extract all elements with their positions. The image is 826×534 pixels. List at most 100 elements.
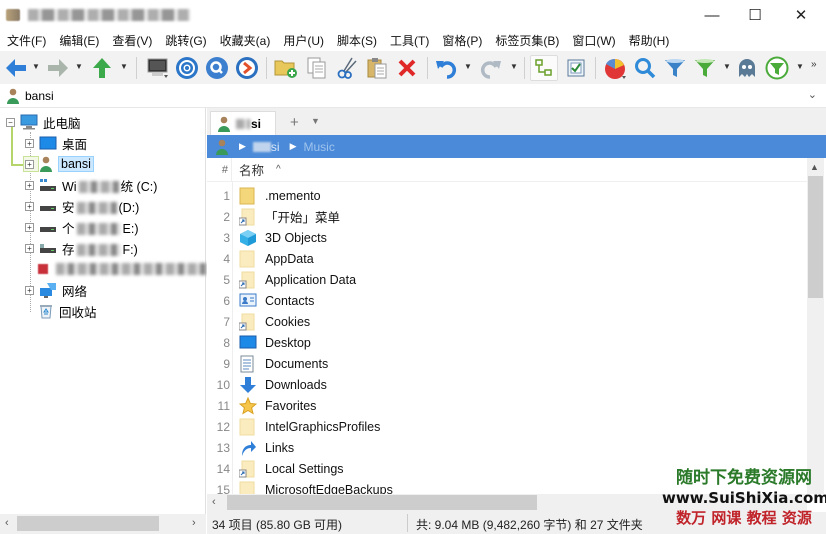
breadcrumb[interactable]: ▶ si ▶ Music	[207, 135, 826, 158]
address-input[interactable]: bansi	[25, 89, 54, 103]
find-button[interactable]	[204, 55, 230, 81]
list-item[interactable]: 13 Links	[207, 437, 807, 458]
tree-item-desktop[interactable]: + 桌面	[25, 133, 87, 153]
tree-item-drive-c[interactable]: + Wi 统 (C:)	[25, 175, 157, 195]
list-item[interactable]: 9 Documents	[207, 353, 807, 374]
list-item[interactable]: 1 .memento	[207, 185, 807, 206]
list-item[interactable]: 2 「开始」菜单	[207, 206, 807, 227]
list-item[interactable]: 7 Cookies	[207, 311, 807, 332]
filter-button[interactable]	[662, 55, 688, 81]
delete-button[interactable]	[394, 55, 420, 81]
checkbox-toggle-button[interactable]	[563, 55, 589, 81]
list-item[interactable]: 6 Contacts	[207, 290, 807, 311]
expand-icon[interactable]: +	[25, 138, 34, 148]
tree-item-recycle-bin[interactable]: 回收站	[38, 301, 97, 321]
redo-dropdown-icon[interactable]: ▼	[510, 62, 518, 71]
expand-icon[interactable]: +	[25, 201, 34, 211]
back-button[interactable]	[4, 55, 28, 81]
menu-panes[interactable]: 窗格(P)	[442, 32, 482, 49]
tree-item-drive-e[interactable]: + 个 E:)	[25, 217, 139, 237]
scrollbar-thumb[interactable]	[227, 495, 537, 510]
menu-view[interactable]: 查看(V)	[112, 32, 152, 49]
new-folder-button[interactable]	[273, 55, 299, 81]
scroll-right-icon[interactable]: ›	[192, 517, 196, 529]
cut-button[interactable]	[334, 55, 360, 81]
vertical-scrollbar[interactable]: ▲	[807, 158, 824, 494]
expand-icon[interactable]: +	[25, 180, 34, 190]
filter-circle-button[interactable]	[764, 55, 790, 81]
menu-tools[interactable]: 工具(T)	[390, 32, 429, 49]
breadcrumb-separator-icon[interactable]: ▶	[290, 141, 297, 152]
green-filter-button[interactable]	[692, 55, 718, 81]
new-tab-button[interactable]: +	[290, 114, 299, 131]
forward-button[interactable]	[46, 55, 70, 81]
forward-dropdown-icon[interactable]: ▼	[75, 62, 83, 71]
tree-item-bansi[interactable]: + bansi	[25, 154, 94, 174]
list-item[interactable]: 4 AppData	[207, 248, 807, 269]
folder-size-chart-button[interactable]	[602, 55, 628, 81]
list-item[interactable]: 10 Downloads	[207, 374, 807, 395]
goto-button[interactable]	[234, 55, 260, 81]
tree-horizontal-scrollbar[interactable]: ‹ ›	[0, 514, 206, 534]
undo-button[interactable]	[434, 55, 458, 81]
back-dropdown-icon[interactable]: ▼	[32, 62, 40, 71]
breadcrumb-item-music[interactable]: Music	[304, 140, 335, 154]
tab-list-dropdown-icon[interactable]: ▼	[311, 116, 320, 126]
copy-button[interactable]	[304, 55, 330, 81]
scrollbar-thumb[interactable]	[17, 516, 159, 531]
hidden-items-button[interactable]	[735, 55, 759, 81]
filter-circle-dropdown-icon[interactable]: ▼	[796, 62, 804, 71]
up-button[interactable]	[90, 55, 114, 81]
expand-icon[interactable]: +	[25, 243, 34, 253]
collapse-icon[interactable]: −	[6, 117, 15, 127]
tree-item-drive-d[interactable]: + 安 (D:)	[25, 196, 139, 216]
undo-dropdown-icon[interactable]: ▼	[464, 62, 472, 71]
green-filter-dropdown-icon[interactable]: ▼	[723, 62, 731, 71]
target-button[interactable]	[174, 55, 200, 81]
scroll-up-icon[interactable]: ▲	[810, 162, 819, 172]
minimize-button[interactable]: —	[689, 0, 735, 30]
scrollbar-thumb[interactable]	[808, 176, 823, 298]
tree-item-blurred[interactable]	[38, 259, 206, 279]
list-item[interactable]: 3 3D Objects	[207, 227, 807, 248]
menu-help[interactable]: 帮助(H)	[629, 32, 670, 49]
app-icon	[6, 9, 20, 21]
tree-item-network[interactable]: + 网络	[25, 280, 87, 300]
list-item[interactable]: 5 Application Data	[207, 269, 807, 290]
expand-icon[interactable]: +	[25, 159, 34, 169]
close-button[interactable]: ✕	[778, 0, 824, 30]
scroll-left-icon[interactable]: ‹	[5, 517, 9, 529]
tree-item-this-pc[interactable]: − 此电脑	[6, 112, 81, 132]
computer-button[interactable]	[145, 55, 171, 81]
expand-icon[interactable]: +	[25, 285, 34, 295]
menu-user[interactable]: 用户(U)	[283, 32, 324, 49]
expand-icon[interactable]: +	[25, 222, 34, 232]
maximize-button[interactable]: ☐	[732, 0, 778, 30]
search-button[interactable]	[633, 55, 657, 81]
redo-button[interactable]	[479, 55, 503, 81]
menu-file[interactable]: 文件(F)	[7, 32, 46, 49]
breadcrumb-separator-icon[interactable]: ▶	[239, 141, 246, 152]
address-bar[interactable]: bansi ⌄	[0, 84, 826, 108]
menu-tabsets[interactable]: 标签页集(B)	[495, 32, 559, 49]
up-dropdown-icon[interactable]: ▼	[120, 62, 128, 71]
toolbar-overflow-button[interactable]: »	[811, 59, 817, 70]
address-dropdown-icon[interactable]: ⌄	[808, 88, 817, 101]
tree-toggle-button[interactable]	[530, 55, 558, 81]
column-header-name[interactable]: 名称	[239, 160, 264, 179]
list-item[interactable]: 11 Favorites	[207, 395, 807, 416]
monitor-icon	[147, 58, 168, 78]
list-item[interactable]: 12 IntelGraphicsProfiles	[207, 416, 807, 437]
column-header-number[interactable]: #	[207, 158, 232, 182]
breadcrumb-item-user[interactable]: si	[252, 140, 280, 154]
menu-favorites[interactable]: 收藏夹(a)	[220, 32, 271, 49]
menu-go[interactable]: 跳转(G)	[165, 32, 206, 49]
paste-button[interactable]	[364, 55, 390, 81]
menu-script[interactable]: 脚本(S)	[337, 32, 377, 49]
tab-active[interactable]: si	[210, 111, 276, 135]
list-item[interactable]: 8 Desktop	[207, 332, 807, 353]
menu-window[interactable]: 窗口(W)	[572, 32, 615, 49]
tree-item-drive-f[interactable]: + 存 F:)	[25, 238, 138, 258]
menu-edit[interactable]: 编辑(E)	[59, 32, 99, 49]
scroll-left-icon[interactable]: ‹	[212, 496, 216, 508]
